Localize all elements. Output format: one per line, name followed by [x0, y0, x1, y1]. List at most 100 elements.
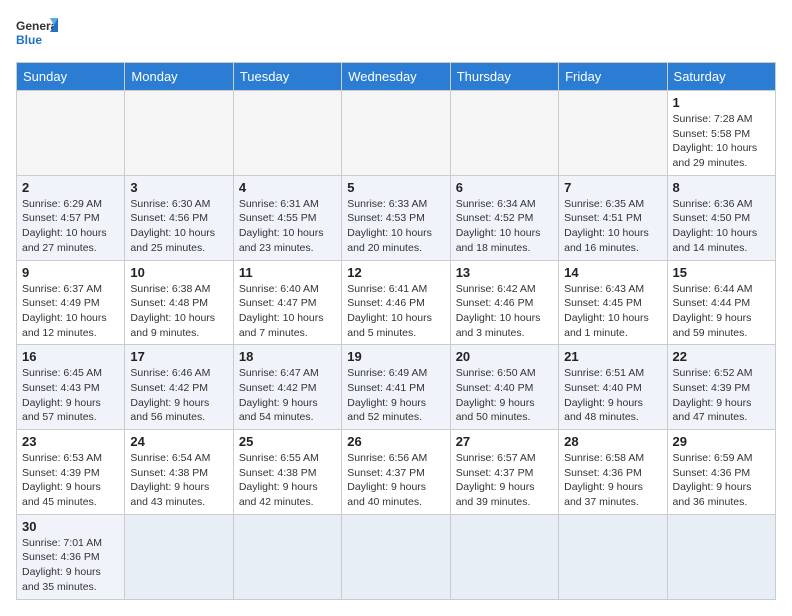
day-info: Sunrise: 6:38 AMSunset: 4:48 PMDaylight:…	[130, 282, 227, 341]
day-number: 9	[22, 265, 119, 280]
calendar-cell: 21 Sunrise: 6:51 AMSunset: 4:40 PMDayligh…	[559, 345, 667, 430]
day-info: Sunrise: 6:36 AMSunset: 4:50 PMDaylight:…	[673, 197, 770, 256]
day-number: 5	[347, 180, 444, 195]
day-info: Sunrise: 6:29 AMSunset: 4:57 PMDaylight:…	[22, 197, 119, 256]
calendar-cell: 16 Sunrise: 6:45 AMSunset: 4:43 PMDayligh…	[17, 345, 125, 430]
calendar-week-0: 1 Sunrise: 7:28 AMSunset: 5:58 PMDaylight…	[17, 91, 776, 176]
calendar-cell	[342, 514, 450, 599]
calendar-cell	[667, 514, 775, 599]
calendar-cell: 11 Sunrise: 6:40 AMSunset: 4:47 PMDayligh…	[233, 260, 341, 345]
logo-svg: General Blue	[16, 16, 58, 52]
calendar-cell: 5 Sunrise: 6:33 AMSunset: 4:53 PMDaylight…	[342, 175, 450, 260]
calendar-cell	[17, 91, 125, 176]
day-number: 14	[564, 265, 661, 280]
day-info: Sunrise: 6:33 AMSunset: 4:53 PMDaylight:…	[347, 197, 444, 256]
day-number: 23	[22, 434, 119, 449]
calendar-cell: 19 Sunrise: 6:49 AMSunset: 4:41 PMDayligh…	[342, 345, 450, 430]
day-info: Sunrise: 6:53 AMSunset: 4:39 PMDaylight:…	[22, 451, 119, 510]
calendar-cell	[125, 514, 233, 599]
day-number: 21	[564, 349, 661, 364]
calendar-cell: 30Sunrise: 7:01 AMSunset: 4:36 PMDayligh…	[17, 514, 125, 599]
weekday-header-monday: Monday	[125, 63, 233, 91]
calendar-cell: 15 Sunrise: 6:44 AMSunset: 4:44 PMDayligh…	[667, 260, 775, 345]
day-number: 27	[456, 434, 553, 449]
day-number: 12	[347, 265, 444, 280]
calendar-cell: 6Sunrise: 6:34 AMSunset: 4:52 PMDaylight…	[450, 175, 558, 260]
day-info: Sunrise: 6:45 AMSunset: 4:43 PMDaylight:…	[22, 366, 119, 425]
day-info: Sunrise: 6:35 AMSunset: 4:51 PMDaylight:…	[564, 197, 661, 256]
day-number: 3	[130, 180, 227, 195]
calendar-cell: 7Sunrise: 6:35 AMSunset: 4:51 PMDaylight…	[559, 175, 667, 260]
calendar-table: SundayMondayTuesdayWednesdayThursdayFrid…	[16, 62, 776, 600]
day-number: 28	[564, 434, 661, 449]
day-info: Sunrise: 6:59 AMSunset: 4:36 PMDaylight:…	[673, 451, 770, 510]
calendar-week-4: 23 Sunrise: 6:53 AMSunset: 4:39 PMDayligh…	[17, 430, 776, 515]
calendar-cell: 1 Sunrise: 7:28 AMSunset: 5:58 PMDaylight…	[667, 91, 775, 176]
day-number: 8	[673, 180, 770, 195]
day-info: Sunrise: 6:46 AMSunset: 4:42 PMDaylight:…	[130, 366, 227, 425]
weekday-header-thursday: Thursday	[450, 63, 558, 91]
day-info: Sunrise: 6:37 AMSunset: 4:49 PMDaylight:…	[22, 282, 119, 341]
day-info: Sunrise: 6:51 AMSunset: 4:40 PMDaylight:…	[564, 366, 661, 425]
weekday-header-friday: Friday	[559, 63, 667, 91]
calendar-week-2: 9 Sunrise: 6:37 AMSunset: 4:49 PMDaylight…	[17, 260, 776, 345]
day-number: 15	[673, 265, 770, 280]
day-info: Sunrise: 6:44 AMSunset: 4:44 PMDaylight:…	[673, 282, 770, 341]
calendar-cell: 2Sunrise: 6:29 AMSunset: 4:57 PMDaylight…	[17, 175, 125, 260]
calendar-cell: 18Sunrise: 6:47 AMSunset: 4:42 PMDayligh…	[233, 345, 341, 430]
day-number: 1	[673, 95, 770, 110]
day-number: 24	[130, 434, 227, 449]
calendar-header-row: SundayMondayTuesdayWednesdayThursdayFrid…	[17, 63, 776, 91]
day-info: Sunrise: 6:31 AMSunset: 4:55 PMDaylight:…	[239, 197, 336, 256]
day-number: 25	[239, 434, 336, 449]
calendar-cell: 17 Sunrise: 6:46 AMSunset: 4:42 PMDayligh…	[125, 345, 233, 430]
calendar-cell: 3 Sunrise: 6:30 AMSunset: 4:56 PMDaylight…	[125, 175, 233, 260]
day-number: 26	[347, 434, 444, 449]
calendar-cell: 28Sunrise: 6:58 AMSunset: 4:36 PMDayligh…	[559, 430, 667, 515]
day-number: 16	[22, 349, 119, 364]
day-info: Sunrise: 6:40 AMSunset: 4:47 PMDaylight:…	[239, 282, 336, 341]
calendar-cell: 14 Sunrise: 6:43 AMSunset: 4:45 PMDayligh…	[559, 260, 667, 345]
day-number: 11	[239, 265, 336, 280]
calendar-cell: 29Sunrise: 6:59 AMSunset: 4:36 PMDayligh…	[667, 430, 775, 515]
day-info: Sunrise: 6:56 AMSunset: 4:37 PMDaylight:…	[347, 451, 444, 510]
calendar-cell: 8 Sunrise: 6:36 AMSunset: 4:50 PMDaylight…	[667, 175, 775, 260]
day-info: Sunrise: 6:52 AMSunset: 4:39 PMDaylight:…	[673, 366, 770, 425]
calendar-cell: 9 Sunrise: 6:37 AMSunset: 4:49 PMDaylight…	[17, 260, 125, 345]
day-info: Sunrise: 6:30 AMSunset: 4:56 PMDaylight:…	[130, 197, 227, 256]
day-number: 17	[130, 349, 227, 364]
calendar-cell: 27 Sunrise: 6:57 AMSunset: 4:37 PMDayligh…	[450, 430, 558, 515]
day-number: 10	[130, 265, 227, 280]
day-info: Sunrise: 6:42 AMSunset: 4:46 PMDaylight:…	[456, 282, 553, 341]
logo: General Blue	[16, 16, 58, 52]
day-number: 13	[456, 265, 553, 280]
calendar-cell: 25 Sunrise: 6:55 AMSunset: 4:38 PMDayligh…	[233, 430, 341, 515]
day-info: Sunrise: 7:01 AMSunset: 4:36 PMDaylight:…	[22, 536, 119, 595]
day-info: Sunrise: 7:28 AMSunset: 5:58 PMDaylight:…	[673, 112, 770, 171]
calendar-cell: 12Sunrise: 6:41 AMSunset: 4:46 PMDayligh…	[342, 260, 450, 345]
calendar-week-3: 16 Sunrise: 6:45 AMSunset: 4:43 PMDayligh…	[17, 345, 776, 430]
calendar-cell: 23 Sunrise: 6:53 AMSunset: 4:39 PMDayligh…	[17, 430, 125, 515]
day-number: 19	[347, 349, 444, 364]
calendar-cell	[450, 514, 558, 599]
calendar-cell	[125, 91, 233, 176]
calendar-cell	[559, 514, 667, 599]
day-info: Sunrise: 6:43 AMSunset: 4:45 PMDaylight:…	[564, 282, 661, 341]
weekday-header-tuesday: Tuesday	[233, 63, 341, 91]
day-number: 4	[239, 180, 336, 195]
day-info: Sunrise: 6:57 AMSunset: 4:37 PMDaylight:…	[456, 451, 553, 510]
calendar-cell	[342, 91, 450, 176]
calendar-cell	[233, 514, 341, 599]
weekday-header-wednesday: Wednesday	[342, 63, 450, 91]
calendar-week-1: 2Sunrise: 6:29 AMSunset: 4:57 PMDaylight…	[17, 175, 776, 260]
calendar-cell: 4 Sunrise: 6:31 AMSunset: 4:55 PMDaylight…	[233, 175, 341, 260]
day-info: Sunrise: 6:49 AMSunset: 4:41 PMDaylight:…	[347, 366, 444, 425]
day-number: 6	[456, 180, 553, 195]
weekday-header-sunday: Sunday	[17, 63, 125, 91]
calendar-week-5: 30Sunrise: 7:01 AMSunset: 4:36 PMDayligh…	[17, 514, 776, 599]
calendar-cell: 26 Sunrise: 6:56 AMSunset: 4:37 PMDayligh…	[342, 430, 450, 515]
day-number: 22	[673, 349, 770, 364]
day-info: Sunrise: 6:55 AMSunset: 4:38 PMDaylight:…	[239, 451, 336, 510]
calendar-cell: 20Sunrise: 6:50 AMSunset: 4:40 PMDayligh…	[450, 345, 558, 430]
calendar-cell: 10 Sunrise: 6:38 AMSunset: 4:48 PMDayligh…	[125, 260, 233, 345]
